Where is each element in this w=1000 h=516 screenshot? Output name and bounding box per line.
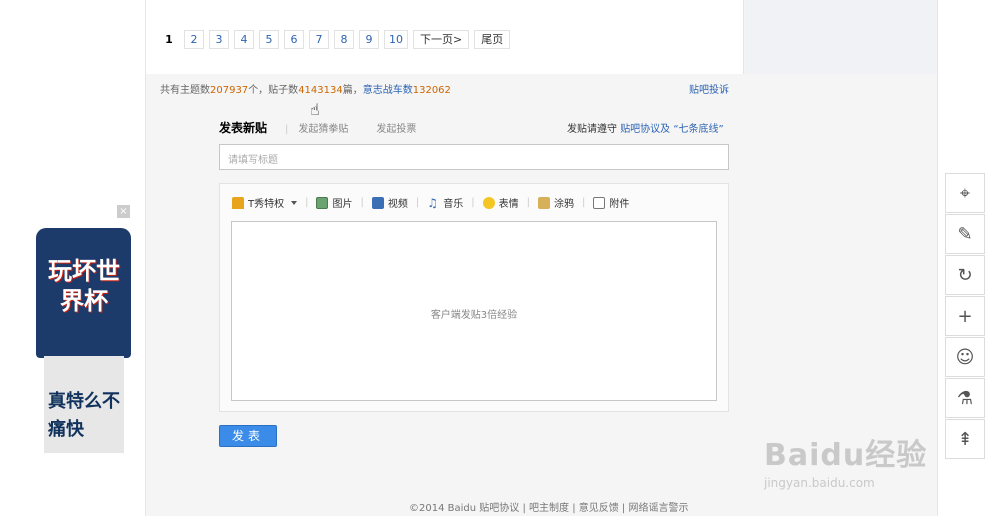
toolbar-divider: | bbox=[526, 197, 530, 208]
editor-toolbar: T秀特权 | 图片 | 视频 | ♫ 音乐 | 表情 | 涂鸦 | 附件 bbox=[232, 195, 629, 210]
page-4-link[interactable]: 4 bbox=[234, 30, 254, 49]
doodle-label: 涂鸦 bbox=[553, 199, 574, 210]
page-3-link[interactable]: 3 bbox=[209, 30, 229, 49]
editor-hint: 客户端发贴3倍经验 bbox=[430, 310, 518, 321]
baidu-jingyan-watermark: Baidu经验 jingyan.baidu.com bbox=[764, 430, 944, 500]
page-8-link[interactable]: 8 bbox=[334, 30, 354, 49]
tshow-label: T秀特权 bbox=[248, 199, 285, 210]
submit-post-button[interactable]: 发表 bbox=[219, 425, 277, 447]
flask-icon[interactable]: ⚗ bbox=[945, 378, 985, 418]
page-5-link[interactable]: 5 bbox=[259, 30, 279, 49]
crown-icon bbox=[232, 196, 244, 209]
tab-poll[interactable]: 发起投票 bbox=[376, 120, 416, 135]
video-button[interactable]: 视频 bbox=[371, 195, 408, 210]
pagination: 1 2 3 4 5 6 7 8 9 10 下一页> 尾页 bbox=[159, 30, 511, 49]
video-icon bbox=[371, 196, 384, 209]
toolbar-divider: | bbox=[305, 197, 309, 208]
page-9-link[interactable]: 9 bbox=[359, 30, 379, 49]
attachment-button[interactable]: 附件 bbox=[593, 195, 629, 210]
user-manage-icon[interactable]: ☺ bbox=[945, 337, 985, 377]
ad-shirt-text: 玩坏世界杯 bbox=[48, 257, 120, 315]
music-button[interactable]: ♫ 音乐 bbox=[427, 195, 464, 211]
last-page-button[interactable]: 尾页 bbox=[474, 30, 511, 49]
floating-side-toolbar: ⌖ ✎ ↻ + ☺ ⚗ ⇞ bbox=[945, 173, 985, 460]
footer-link-feedback[interactable]: 意见反馈 bbox=[579, 503, 619, 514]
image-button[interactable]: 图片 bbox=[316, 195, 352, 210]
posts-label: 个，贴子数 bbox=[248, 85, 299, 96]
watermark-url: jingyan.baidu.com bbox=[764, 476, 875, 490]
members-count: 132062 bbox=[412, 85, 451, 96]
emoji-label: 表情 bbox=[498, 199, 519, 210]
emoji-button[interactable]: 表情 bbox=[482, 195, 519, 210]
smiley-icon bbox=[482, 196, 495, 209]
posts-suffix: 篇， bbox=[342, 85, 363, 96]
plus-icon[interactable]: + bbox=[945, 296, 985, 336]
posts-count: 4143134 bbox=[298, 85, 343, 96]
page-2-link[interactable]: 2 bbox=[184, 30, 204, 49]
members-label[interactable]: 意志战车数 bbox=[363, 85, 413, 96]
right-sidebar-area bbox=[745, 0, 937, 74]
chevron-down-icon bbox=[291, 200, 298, 205]
copyright: ©2014 Baidu bbox=[409, 503, 477, 514]
music-icon: ♫ bbox=[427, 195, 438, 210]
edit-icon[interactable]: ✎ bbox=[945, 214, 985, 254]
worldcup-ad-banner[interactable]: 玩坏世界杯 真特么不痛快 bbox=[36, 228, 131, 453]
page-6-link[interactable]: 6 bbox=[284, 30, 304, 49]
report-link[interactable]: 贴吧投诉 bbox=[689, 81, 729, 96]
tab-new-post[interactable]: 发表新贴 bbox=[219, 119, 267, 136]
page-1-current: 1 bbox=[165, 33, 173, 46]
back-to-top-icon[interactable]: ⇞ bbox=[945, 419, 985, 459]
location-icon[interactable]: ⌖ bbox=[945, 173, 985, 213]
forum-stats: 共有主题数207937个，贴子数4143134篇，意志战车数132062 bbox=[160, 81, 451, 96]
ad-pants-text: 真特么不痛快 bbox=[48, 391, 120, 440]
post-editor: T秀特权 | 图片 | 视频 | ♫ 音乐 | 表情 | 涂鸦 | 附件 客户端… bbox=[219, 183, 729, 412]
page-7-link[interactable]: 7 bbox=[309, 30, 329, 49]
pager-panel: 1 2 3 4 5 6 7 8 9 10 下一页> 尾页 bbox=[146, 0, 744, 74]
tab-divider: | bbox=[285, 124, 289, 135]
hand-cursor-icon: ☝ bbox=[310, 100, 320, 119]
topics-label: 共有主题数 bbox=[160, 85, 210, 96]
page-10-link[interactable]: 10 bbox=[384, 30, 408, 49]
toolbar-divider: | bbox=[581, 197, 586, 208]
topics-count: 207937 bbox=[210, 85, 249, 96]
post-type-tabs: 发表新贴 | 发起猜拳贴 发起投票 bbox=[219, 119, 444, 136]
footer: ©2014 Baidu 贴吧协议 | 吧主制度 | 意见反馈 | 网络谣言警示 bbox=[409, 503, 689, 514]
next-page-button[interactable]: 下一页> bbox=[413, 30, 470, 49]
paint-icon bbox=[537, 196, 550, 209]
toolbar-divider: | bbox=[415, 197, 420, 208]
doodle-button[interactable]: 涂鸦 bbox=[537, 195, 574, 210]
footer-link-agreement[interactable]: 贴吧协议 bbox=[479, 503, 519, 514]
video-label: 视频 bbox=[387, 199, 408, 210]
rules-prefix: 发贴请遵守 bbox=[567, 124, 617, 135]
tshow-privilege-button[interactable]: T秀特权 bbox=[232, 195, 298, 210]
attachment-label: 附件 bbox=[609, 199, 630, 210]
watermark-logo: Baidu经验 bbox=[764, 438, 928, 473]
toolbar-divider: | bbox=[471, 197, 475, 208]
toolbar-divider: | bbox=[360, 197, 364, 208]
posting-rules: 发贴请遵守 贴吧协议及 “七条底线” bbox=[567, 120, 724, 135]
footer-link-rumor-warning[interactable]: 网络谣言警示 bbox=[628, 503, 688, 514]
image-label: 图片 bbox=[332, 199, 353, 210]
image-icon bbox=[316, 196, 329, 209]
title-input[interactable]: 请填写标题 bbox=[219, 144, 729, 170]
post-body-textarea[interactable]: 客户端发贴3倍经验 bbox=[231, 221, 717, 401]
tab-rock-paper-scissors[interactable]: 发起猜拳贴 bbox=[298, 120, 348, 135]
music-label: 音乐 bbox=[443, 199, 464, 210]
rules-link[interactable]: 贴吧协议及 “七条底线” bbox=[620, 124, 724, 135]
attachment-icon bbox=[593, 196, 606, 209]
footer-link-moderator-rules[interactable]: 吧主制度 bbox=[529, 503, 569, 514]
refresh-icon[interactable]: ↻ bbox=[945, 255, 985, 295]
ad-close-button[interactable]: × bbox=[117, 205, 130, 218]
